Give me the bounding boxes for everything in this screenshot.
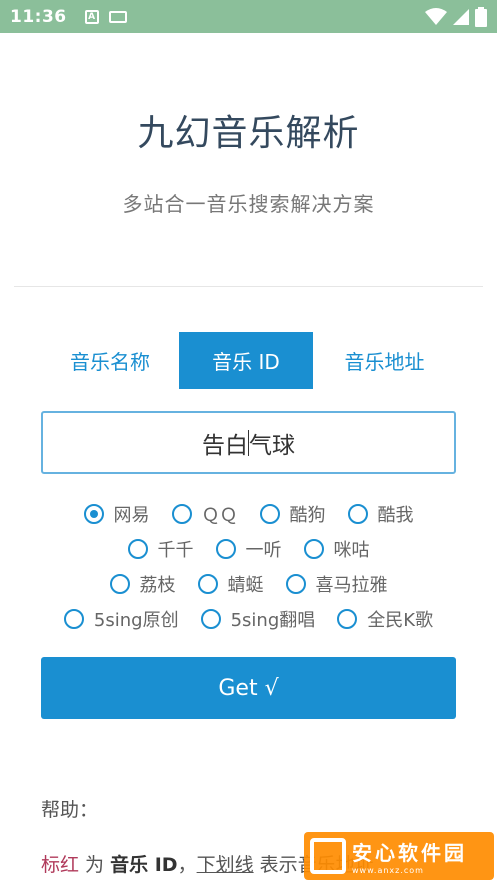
source-quanmin-k[interactable]: 全民K歌 xyxy=(337,606,433,632)
source-label: ＱＱ xyxy=(201,505,238,526)
radio-icon xyxy=(109,574,130,594)
status-bar: 11:36 A xyxy=(0,0,497,33)
source-label: 酷狗 xyxy=(289,505,326,526)
help-bold-text: 音乐 ID xyxy=(110,854,178,876)
source-label: 喜马拉雅 xyxy=(315,575,388,596)
wifi-icon xyxy=(425,7,447,25)
source-row-4: 5sing原创 5sing翻唱 全民K歌 xyxy=(0,604,497,634)
radio-icon xyxy=(127,539,148,559)
radio-icon xyxy=(197,574,218,594)
radio-icon xyxy=(303,539,324,559)
source-label: 蜻蜓 xyxy=(227,575,264,596)
radio-icon xyxy=(347,504,368,524)
tab-music-id[interactable]: 音乐 ID xyxy=(179,332,313,389)
notification-a-icon: A xyxy=(84,9,99,24)
source-label: 5sing原创 xyxy=(93,610,179,631)
radio-icon xyxy=(259,504,280,524)
source-qingting[interactable]: 蜻蜓 xyxy=(197,571,264,597)
help-text-part: ， xyxy=(177,854,197,876)
source-lizhi[interactable]: 荔枝 xyxy=(109,571,176,597)
watermark-text: 安心软件园 xyxy=(352,841,467,865)
watermark-logo-icon xyxy=(310,838,346,874)
radio-icon xyxy=(215,539,236,559)
source-row-2: 千千 一听 咪咕 xyxy=(0,534,497,564)
source-label: 咪咕 xyxy=(333,540,370,561)
source-migu[interactable]: 咪咕 xyxy=(303,536,370,562)
source-5sing-cover[interactable]: 5sing翻唱 xyxy=(200,606,316,632)
search-input-text-before: 告白 xyxy=(202,432,248,459)
source-label: 一听 xyxy=(245,540,282,561)
search-input-text-after: 气球 xyxy=(249,432,295,459)
divider xyxy=(14,286,483,287)
battery-icon xyxy=(475,6,487,27)
tab-music-url[interactable]: 音乐地址 xyxy=(313,332,456,389)
help-underline-text: 下划线 xyxy=(196,854,254,876)
page-title: 九幻音乐解析 xyxy=(137,113,360,154)
radio-icon xyxy=(63,609,84,629)
get-button[interactable]: Get √ xyxy=(41,657,456,719)
source-ximalaya[interactable]: 喜马拉雅 xyxy=(285,571,388,597)
radio-icon xyxy=(337,609,358,629)
signal-icon xyxy=(453,8,469,25)
status-time: 11:36 xyxy=(10,6,67,27)
radio-icon xyxy=(171,504,192,524)
help-text-part: 为 xyxy=(79,854,111,876)
source-label: 酷我 xyxy=(377,505,414,526)
search-input[interactable]: 告白 气球 xyxy=(41,411,456,474)
source-qianqian[interactable]: 千千 xyxy=(127,536,194,562)
source-kugou[interactable]: 酷狗 xyxy=(259,501,326,527)
tab-music-name[interactable]: 音乐名称 xyxy=(41,332,179,389)
source-row-1: 网易 ＱＱ 酷狗 酷我 xyxy=(0,499,497,529)
source-row-3: 荔枝 蜻蜓 喜马拉雅 xyxy=(0,569,497,599)
source-kuwo[interactable]: 酷我 xyxy=(347,501,414,527)
help-red-text: 标红 xyxy=(41,854,80,876)
radio-checked-icon xyxy=(83,504,104,524)
source-label: 网易 xyxy=(113,505,150,526)
source-netease[interactable]: 网易 xyxy=(83,501,150,527)
source-label: 荔枝 xyxy=(139,575,176,596)
source-label: 全民K歌 xyxy=(367,610,434,631)
source-qq[interactable]: ＱＱ xyxy=(171,501,238,527)
keyboard-icon xyxy=(108,10,127,23)
source-5sing-original[interactable]: 5sing原创 xyxy=(63,606,179,632)
search-mode-tabs: 音乐名称 音乐 ID 音乐地址 xyxy=(41,332,456,389)
source-label: 5sing翻唱 xyxy=(230,610,316,631)
watermark: 安心软件园 www.anxz.com xyxy=(304,832,494,880)
page-subtitle: 多站合一音乐搜索解决方案 xyxy=(122,192,375,216)
radio-icon xyxy=(200,609,221,629)
watermark-subtext: www.anxz.com xyxy=(352,866,424,875)
source-yiting[interactable]: 一听 xyxy=(215,536,282,562)
source-label: 千千 xyxy=(157,540,194,561)
radio-icon xyxy=(285,574,306,594)
help-title: 帮助： xyxy=(41,799,99,821)
